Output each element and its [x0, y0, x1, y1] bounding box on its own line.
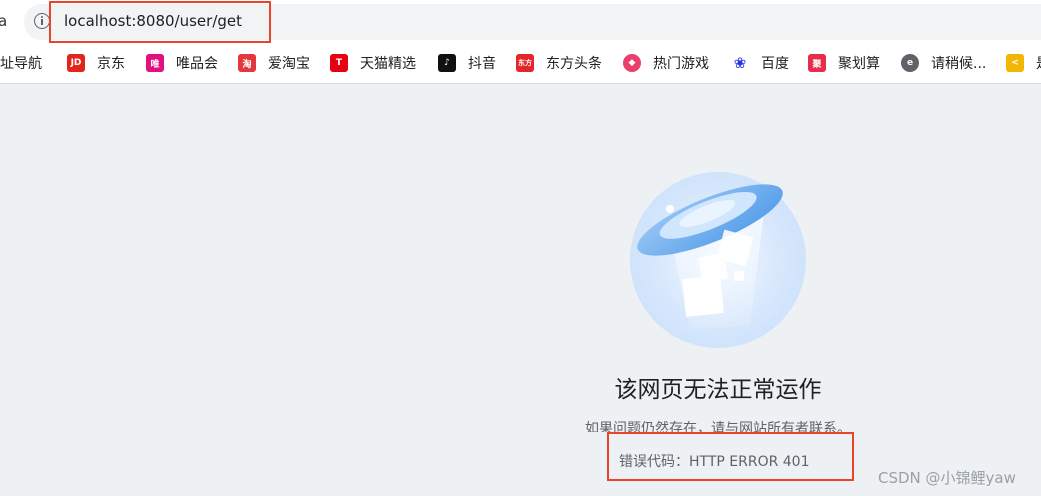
- bookmark-label: 唯品会: [176, 56, 218, 72]
- bookmark-label: 网址导航: [0, 56, 42, 72]
- bookmark-label: 是: [1036, 53, 1041, 73]
- game-icon: ◆: [623, 54, 641, 72]
- bookmark-partial[interactable]: < 是: [1006, 52, 1041, 74]
- bookmark-label: 聚划算: [838, 56, 880, 72]
- bookmark-label: 天猫精选: [360, 56, 416, 72]
- info-icon[interactable]: [34, 13, 50, 29]
- bookmark-loading[interactable]: e 请稍候...: [901, 52, 986, 74]
- jd-icon: JD: [67, 54, 85, 72]
- ufo-icon: [630, 172, 806, 348]
- baidu-icon: ❀: [731, 54, 749, 72]
- juhuasuan-icon: 聚: [808, 54, 826, 72]
- bookmark-games[interactable]: ◆ 热门游戏: [623, 52, 709, 74]
- url-highlight-box: [49, 1, 271, 43]
- loading-icon: e: [901, 54, 919, 72]
- bookmark-douyin[interactable]: ♪ 抖音: [438, 52, 496, 74]
- vip-icon: 唯: [146, 54, 164, 72]
- bookmark-label: 请稍候...: [931, 56, 987, 72]
- bookmark-label: 热门游戏: [653, 56, 709, 72]
- taobao-icon: 淘: [238, 54, 256, 72]
- douyin-icon: ♪: [438, 54, 456, 72]
- bookmark-tmall[interactable]: T 天猫精选: [330, 52, 416, 74]
- bookmark-label: 京东: [97, 56, 125, 72]
- tmall-icon: T: [330, 54, 348, 72]
- bookmark-taobao[interactable]: 淘 爱淘宝: [238, 52, 310, 74]
- bookmark-dftt[interactable]: 东方 东方头条: [516, 52, 602, 74]
- bookmark-label: 百度: [761, 56, 789, 72]
- bookmark-jd[interactable]: JD 京东: [67, 52, 125, 74]
- error-highlight-box: [607, 432, 854, 481]
- bookmark-baidu[interactable]: ❀ 百度: [731, 52, 789, 74]
- bookmark-label: 爱淘宝: [268, 56, 310, 72]
- watermark: CSDN @小锦鲤yaw: [878, 469, 1016, 487]
- bookmark-label: 东方头条: [546, 56, 602, 72]
- left-fragment-text: a: [0, 12, 8, 30]
- partial-icon: <: [1006, 54, 1024, 72]
- bookmarks-bar: 网址导航 JD 京东 唯 唯品会 淘 爱淘宝 T 天猫精选 ♪ 抖音 东方 东方…: [0, 44, 1041, 84]
- dftt-icon: 东方: [516, 54, 534, 72]
- bookmark-juhuasuan[interactable]: 聚 聚划算: [808, 52, 880, 74]
- bookmark-vip[interactable]: 唯 唯品会: [146, 52, 218, 74]
- bookmark-label: 抖音: [468, 56, 496, 72]
- address-bar-area: a localhost:8080/user/get: [0, 0, 1041, 44]
- error-subtitle: 如果问题仍然存在，请与网站所有者联系。: [585, 421, 851, 432]
- bookmark-nav[interactable]: 网址导航: [0, 52, 42, 74]
- error-title: 该网页无法正常运作: [614, 377, 822, 403]
